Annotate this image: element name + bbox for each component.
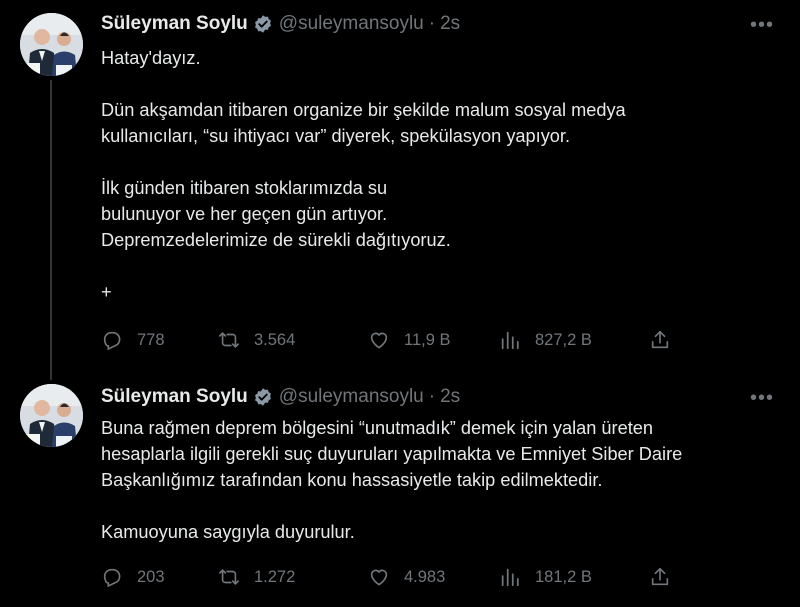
- tweet-1[interactable]: Süleyman Soylu @suleymansoylu · 2s ••• H…: [0, 0, 800, 370]
- reply-icon: [103, 568, 121, 588]
- like-count: 11,9 B: [404, 330, 451, 349]
- action-bar: 778 3.564 11,9 B 827,2 B: [101, 326, 671, 354]
- tweet-header: Süleyman Soylu @suleymansoylu · 2s: [101, 11, 460, 37]
- retweet-count: 1.272: [254, 567, 296, 586]
- views-icon: [501, 331, 519, 350]
- reply-button[interactable]: 203: [101, 563, 218, 591]
- views-button[interactable]: 181,2 B: [499, 563, 649, 591]
- tweet-paragraph: Dün akşamdan itibaren organize bir şekil…: [101, 100, 626, 146]
- display-name[interactable]: Süleyman Soylu: [101, 13, 248, 35]
- like-icon: [370, 332, 388, 349]
- tweet-text: Hatay'dayız. Dün akşamdan itibaren organ…: [101, 45, 761, 305]
- tweet-paragraph: Buna rağmen deprem bölgesini “unutmadık”…: [101, 418, 683, 490]
- share-icon: [651, 567, 669, 586]
- tweet-paragraph: Kamuoyuna saygıyla duyurulur.: [101, 522, 355, 542]
- action-bar: 203 1.272 4.983 181,2 B: [101, 563, 671, 591]
- tweet-paragraph: Hatay'dayız.: [101, 48, 201, 68]
- tweet-2[interactable]: Süleyman Soylu @suleymansoylu · 2s ••• B…: [0, 370, 800, 607]
- retweet-button[interactable]: 3.564: [218, 326, 368, 354]
- verified-badge-icon: [253, 14, 273, 34]
- view-count: 827,2 B: [535, 330, 592, 349]
- reply-count: 203: [137, 567, 165, 586]
- more-icon[interactable]: •••: [749, 12, 775, 38]
- avatar[interactable]: [20, 13, 83, 76]
- share-button[interactable]: [649, 563, 671, 591]
- tweet-paragraph: +: [101, 282, 112, 302]
- share-button[interactable]: [649, 326, 671, 354]
- reply-icon: [103, 331, 121, 351]
- reply-count: 778: [137, 330, 165, 349]
- user-handle[interactable]: @suleymansoylu: [279, 386, 424, 408]
- more-icon[interactable]: •••: [749, 385, 775, 411]
- avatar[interactable]: [20, 384, 83, 447]
- timestamp[interactable]: 2s: [440, 13, 460, 35]
- view-count: 181,2 B: [535, 567, 592, 586]
- views-button[interactable]: 827,2 B: [499, 326, 649, 354]
- separator-dot: ·: [428, 13, 436, 34]
- retweet-button[interactable]: 1.272: [218, 563, 368, 591]
- retweet-count: 3.564: [254, 330, 296, 349]
- like-icon: [370, 569, 388, 586]
- separator-dot: ·: [428, 386, 436, 407]
- like-count: 4.983: [404, 567, 446, 586]
- timestamp[interactable]: 2s: [440, 386, 460, 408]
- retweet-icon: [219, 569, 239, 585]
- tweet-header: Süleyman Soylu @suleymansoylu · 2s: [101, 384, 460, 410]
- views-icon: [501, 568, 519, 587]
- like-button[interactable]: 11,9 B: [368, 326, 499, 354]
- share-icon: [651, 330, 669, 349]
- like-button[interactable]: 4.983: [368, 563, 499, 591]
- verified-badge-icon: [253, 387, 273, 407]
- retweet-icon: [219, 332, 239, 348]
- display-name[interactable]: Süleyman Soylu: [101, 386, 248, 408]
- tweet-paragraph: İlk günden itibaren stoklarımızda su bul…: [101, 178, 451, 250]
- reply-button[interactable]: 778: [101, 326, 218, 354]
- user-handle[interactable]: @suleymansoylu: [279, 13, 424, 35]
- tweet-text: Buna rağmen deprem bölgesini “unutmadık”…: [101, 415, 761, 545]
